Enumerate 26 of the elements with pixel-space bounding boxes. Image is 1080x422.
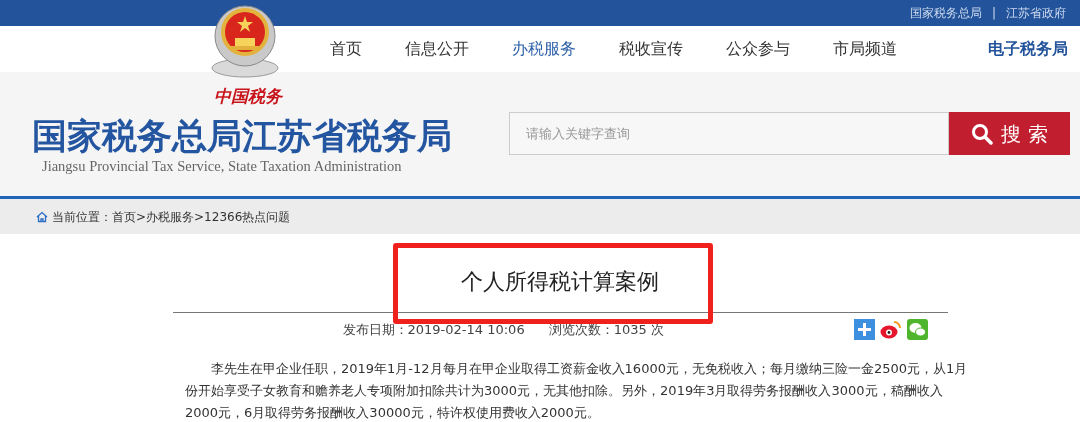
- nav-item[interactable]: 信息公开: [405, 37, 469, 61]
- e-tax-link[interactable]: 电子税务局: [988, 37, 1068, 61]
- nav-item[interactable]: 首页: [330, 37, 362, 61]
- site-title: 国家税务总局江苏省税务局: [32, 116, 452, 156]
- breadcrumb-path: 首页>办税服务>12366热点问题: [112, 208, 291, 226]
- nav-item[interactable]: 市局频道: [833, 37, 897, 61]
- weibo-icon[interactable]: [879, 319, 902, 340]
- top-link[interactable]: 国家税务总局: [909, 4, 982, 22]
- separator: |: [991, 5, 996, 22]
- view-count: 浏览次数：1035 次: [548, 320, 664, 339]
- publish-date: 发布日期：2019-02-14 10:06: [342, 320, 525, 339]
- home-icon: [36, 210, 48, 223]
- breadcrumb-label: 当前位置：: [52, 208, 112, 226]
- nav-item[interactable]: 税收宣传: [619, 37, 683, 61]
- top-link[interactable]: 江苏省政府: [1006, 4, 1066, 22]
- article-paragraph: 李先生在甲企业任职，2019年1月-12月每月在甲企业取得工资薪金收入16000元，无免税收入；每月缴纳三险一金2500元，从1月份开始享受子女教育和赡养老人专项附加扣除共计为3000元，无其他扣除。另外，2019年3月取得劳务报酬收入3000元，稿酬收入2000元，6月取得劳务报酬收入30000元，特许权使用费收入2000元。: [185, 360, 969, 422]
- nav-item[interactable]: 公众参与: [726, 37, 790, 61]
- article-title: 个人所得税计算案例: [461, 268, 659, 296]
- nav-item[interactable]: 办税服务: [512, 37, 576, 61]
- search-field[interactable]: 请输入关键字查询: [509, 112, 949, 155]
- search-button[interactable]: 搜 索: [949, 112, 1070, 155]
- site-subtitle: Jiangsu Provincial Tax Service, State Taxation Administration: [42, 157, 403, 176]
- wechat-icon[interactable]: [906, 319, 928, 340]
- share-plus-icon[interactable]: [853, 319, 875, 340]
- search-icon: [971, 122, 994, 145]
- slogan-logo: 中国税务: [214, 85, 282, 108]
